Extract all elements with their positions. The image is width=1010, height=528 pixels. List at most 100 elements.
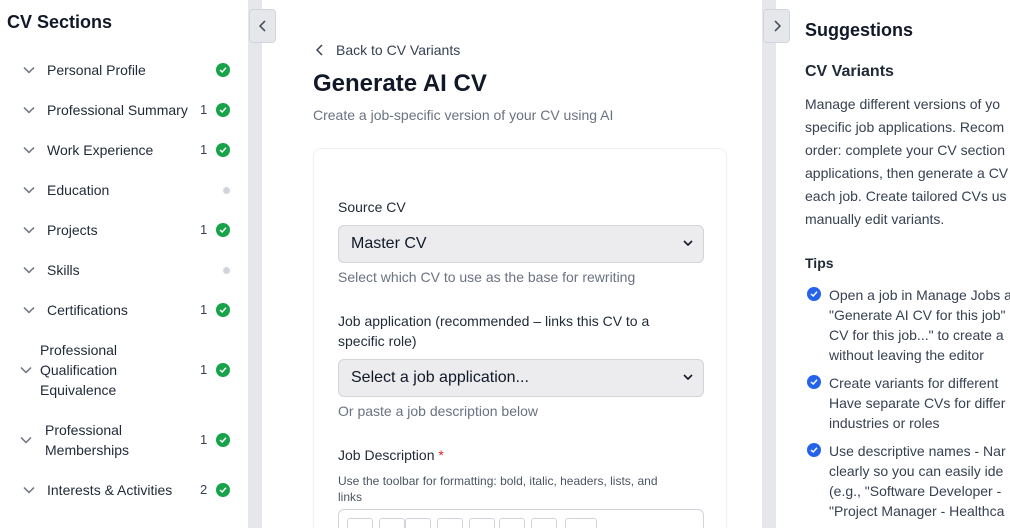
tip-text-line: "Project Manager - Healthca [829, 503, 1005, 519]
section-count: 1 [200, 302, 208, 317]
paragraph-line: manually edit variants. [805, 211, 945, 227]
chevron-left-icon [316, 44, 323, 56]
tip-text-line: without leaving the editor [829, 347, 984, 363]
chevron-down-icon[interactable] [19, 363, 33, 377]
chevron-down-icon[interactable] [22, 483, 36, 497]
tip-text-line: CV for this job..." to create a [829, 327, 1004, 343]
section-label: Education [47, 180, 109, 200]
source-cv-select[interactable]: Master CV [338, 225, 704, 263]
section-item[interactable]: Personal Profile [0, 60, 248, 80]
right-panel-divider [762, 0, 776, 528]
empty-status-dot [223, 266, 230, 274]
section-label-line: Memberships [45, 442, 130, 458]
suggestions-title: Suggestions [805, 20, 914, 40]
chevron-down-icon[interactable] [22, 103, 36, 117]
section-label-line: Skills [47, 262, 80, 278]
check-circle-icon [807, 375, 821, 389]
section-item[interactable]: Projects 1 [0, 220, 248, 240]
job-application-label-line: Job application (recommended – links thi… [338, 313, 650, 329]
section-label: Interests & Activities [47, 480, 172, 500]
section-count: 1 [200, 362, 208, 377]
section-label-line: Professional [45, 422, 123, 438]
job-description-help: Use the toolbar for formatting: bold, it… [338, 473, 698, 505]
section-label: Work Experience [47, 140, 153, 160]
sidebar-title: CV Sections [7, 12, 113, 32]
job-application-select[interactable]: Select a job application... [338, 359, 704, 397]
section-item[interactable]: Interests & Activities 2 [0, 480, 248, 500]
source-cv-label: Source CV [338, 199, 406, 215]
section-label-line: Work Experience [47, 142, 154, 158]
section-item[interactable]: Certifications 1 [0, 300, 248, 320]
section-item[interactable]: Professional Qualification Equivalence 1 [0, 340, 248, 400]
section-count: 1 [200, 142, 208, 157]
section-label-line: Professional [40, 342, 118, 358]
section-label: Personal Profile [47, 60, 146, 80]
tip-text-line: industries or roles [829, 415, 940, 431]
section-label: Professional Summary [47, 100, 188, 120]
section-label-line: Personal Profile [47, 62, 146, 78]
section-count: 1 [200, 432, 208, 447]
job-description-label-text: Job Description [338, 447, 435, 463]
tip-text: Use descriptive names - Nar clearly so yo… [829, 441, 1006, 521]
toolbar-button[interactable] [531, 518, 557, 528]
cv-sections-sidebar: CV Sections Personal Profile Professional… [0, 0, 248, 528]
main-content: Back to CV Variants Generate AI CV Creat… [276, 0, 762, 528]
check-circle-icon [216, 483, 230, 497]
check-circle-icon [216, 63, 230, 77]
section-item[interactable]: Professional Summary 1 [0, 100, 248, 120]
paragraph-line: each job. Create tailored CVs us [805, 188, 1007, 204]
toolbar-button[interactable] [379, 518, 405, 528]
section-label-line: Equivalence [40, 382, 117, 398]
tip-text-line: (e.g., "Software Developer - [829, 483, 1002, 499]
job-application-value: Select a job application... [351, 369, 529, 386]
empty-status-dot [223, 186, 230, 194]
job-description-help-line: Use the toolbar for formatting: bold, it… [338, 474, 658, 488]
chevron-down-icon[interactable] [22, 303, 36, 317]
section-item[interactable]: Professional Memberships 1 [0, 420, 248, 460]
generate-form-card: Source CV Master CV Select which CV to u… [313, 148, 727, 528]
tip-text-line: Have separate CVs for differ [829, 395, 1006, 411]
chevron-down-icon[interactable] [22, 143, 36, 157]
chevron-down-icon[interactable] [22, 183, 36, 197]
section-label: Certifications [47, 300, 128, 320]
section-label-line: Qualification [40, 362, 118, 378]
job-description-label: Job Description * [338, 445, 444, 465]
chevron-down-icon[interactable] [19, 433, 33, 447]
chevron-down-icon [683, 374, 693, 381]
chevron-down-icon[interactable] [22, 263, 36, 277]
check-circle-icon [216, 303, 230, 317]
section-label: Projects [47, 220, 98, 240]
toolbar-button[interactable] [437, 518, 463, 528]
editor-toolbar [338, 509, 704, 528]
link-button[interactable] [565, 518, 597, 528]
tip-text: Create variants for different Have separa… [829, 373, 1005, 433]
paragraph-line: Manage different versions of yo [805, 96, 1001, 112]
suggestions-paragraph: Manage different versions of yo specific… [805, 93, 1010, 231]
tip-text-line: clearly so you can easily ide [829, 463, 1004, 479]
section-label-line: Professional Summary [47, 102, 188, 118]
left-panel-divider [248, 0, 262, 528]
collapse-right-button[interactable] [763, 9, 790, 43]
toolbar-button[interactable] [469, 518, 495, 528]
chevron-down-icon[interactable] [22, 223, 36, 237]
section-count: 1 [200, 102, 208, 117]
toolbar-button[interactable] [347, 518, 373, 528]
page-title: Generate AI CV [313, 70, 487, 97]
section-item[interactable]: Skills [0, 260, 248, 280]
check-circle-icon [216, 143, 230, 157]
toolbar-button[interactable] [499, 518, 525, 528]
job-application-label-line: specific role) [338, 333, 417, 349]
job-description-help-line: links [338, 490, 363, 504]
paragraph-line: applications, then generate a CV [805, 165, 1009, 181]
section-item[interactable]: Work Experience 1 [0, 140, 248, 160]
tip-text-line: "Generate AI CV for this job" [829, 307, 1006, 323]
tip-text: Open a job in Manage Jobs a "Generate AI … [829, 285, 1010, 365]
section-item[interactable]: Education [0, 180, 248, 200]
chevron-right-icon [773, 20, 781, 32]
collapse-left-button[interactable] [249, 9, 276, 43]
toolbar-button[interactable] [405, 518, 431, 528]
chevron-down-icon[interactable] [22, 63, 36, 77]
back-to-cv-variants-link[interactable]: Back to CV Variants [316, 42, 460, 58]
tip-text-line: Open a job in Manage Jobs a [829, 287, 1010, 303]
job-application-help: Or paste a job description below [338, 403, 538, 419]
